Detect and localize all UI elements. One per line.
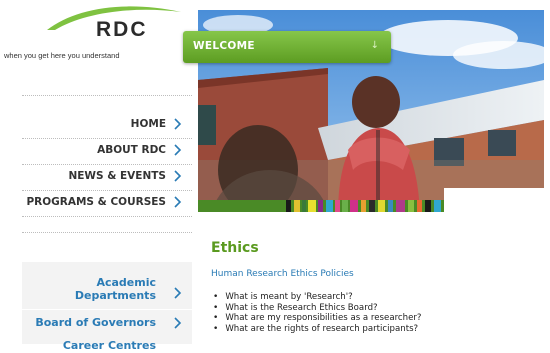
side-link-academic-departments[interactable]: Academic Departments [22, 276, 192, 304]
nav-item-about[interactable]: ABOUT RDC [0, 138, 192, 162]
sidebar: RDC when you get here you understand HOM… [0, 0, 192, 352]
chevron-right-icon [174, 170, 182, 182]
arrow-down-icon: ↓ [370, 40, 379, 51]
side-link-career-label: Career Centres [62, 339, 156, 352]
divider [22, 232, 192, 233]
side-link-academic-line1: Academic [96, 276, 156, 289]
nav-item-news-events[interactable]: NEWS & EVENTS [0, 164, 192, 188]
side-links-panel: Academic Departments Board of Governors … [22, 262, 192, 352]
list-item[interactable]: What is the Research Ethics Board? [213, 303, 421, 314]
chevron-right-icon [174, 144, 182, 156]
chevron-right-icon [174, 118, 182, 130]
list-item[interactable]: What are my responsibilities as a resear… [213, 313, 421, 324]
chevron-right-icon [174, 317, 182, 329]
welcome-label: WELCOME [193, 40, 255, 52]
nav-label-programs-courses: PROGRAMS & COURSES [26, 196, 166, 208]
nav-label-home: HOME [130, 118, 166, 130]
side-link-board-of-governors[interactable]: Board of Governors [22, 316, 192, 330]
divider [22, 216, 192, 217]
faq-list: What is meant by 'Research'? What is the… [213, 292, 421, 334]
logo-text: RDC [96, 18, 148, 41]
nav-label-news-events: NEWS & EVENTS [68, 170, 166, 182]
page-title: Ethics [211, 240, 259, 256]
nav-item-home[interactable]: HOME [0, 112, 192, 136]
side-link-career-centres[interactable]: Career Centres [22, 339, 192, 353]
divider [22, 309, 192, 310]
rdc-logo[interactable]: RDC when you get here you understand [0, 0, 192, 80]
list-item[interactable]: What are the rights of research particip… [213, 324, 421, 335]
welcome-button[interactable]: WELCOME ↓ [183, 31, 391, 63]
chevron-right-icon [174, 287, 182, 299]
ethics-policies-link[interactable]: Human Research Ethics Policies [211, 269, 354, 279]
side-link-board-label: Board of Governors [35, 316, 156, 329]
nav-item-programs-courses[interactable]: PROGRAMS & COURSES [0, 190, 192, 214]
chevron-right-icon [174, 196, 182, 208]
nav-label-about: ABOUT RDC [97, 144, 166, 156]
list-item[interactable]: What is meant by 'Research'? [213, 292, 421, 303]
side-link-academic-line2: Departments [74, 289, 156, 302]
logo-tagline: when you get here you understand [4, 51, 120, 60]
divider [22, 95, 192, 96]
